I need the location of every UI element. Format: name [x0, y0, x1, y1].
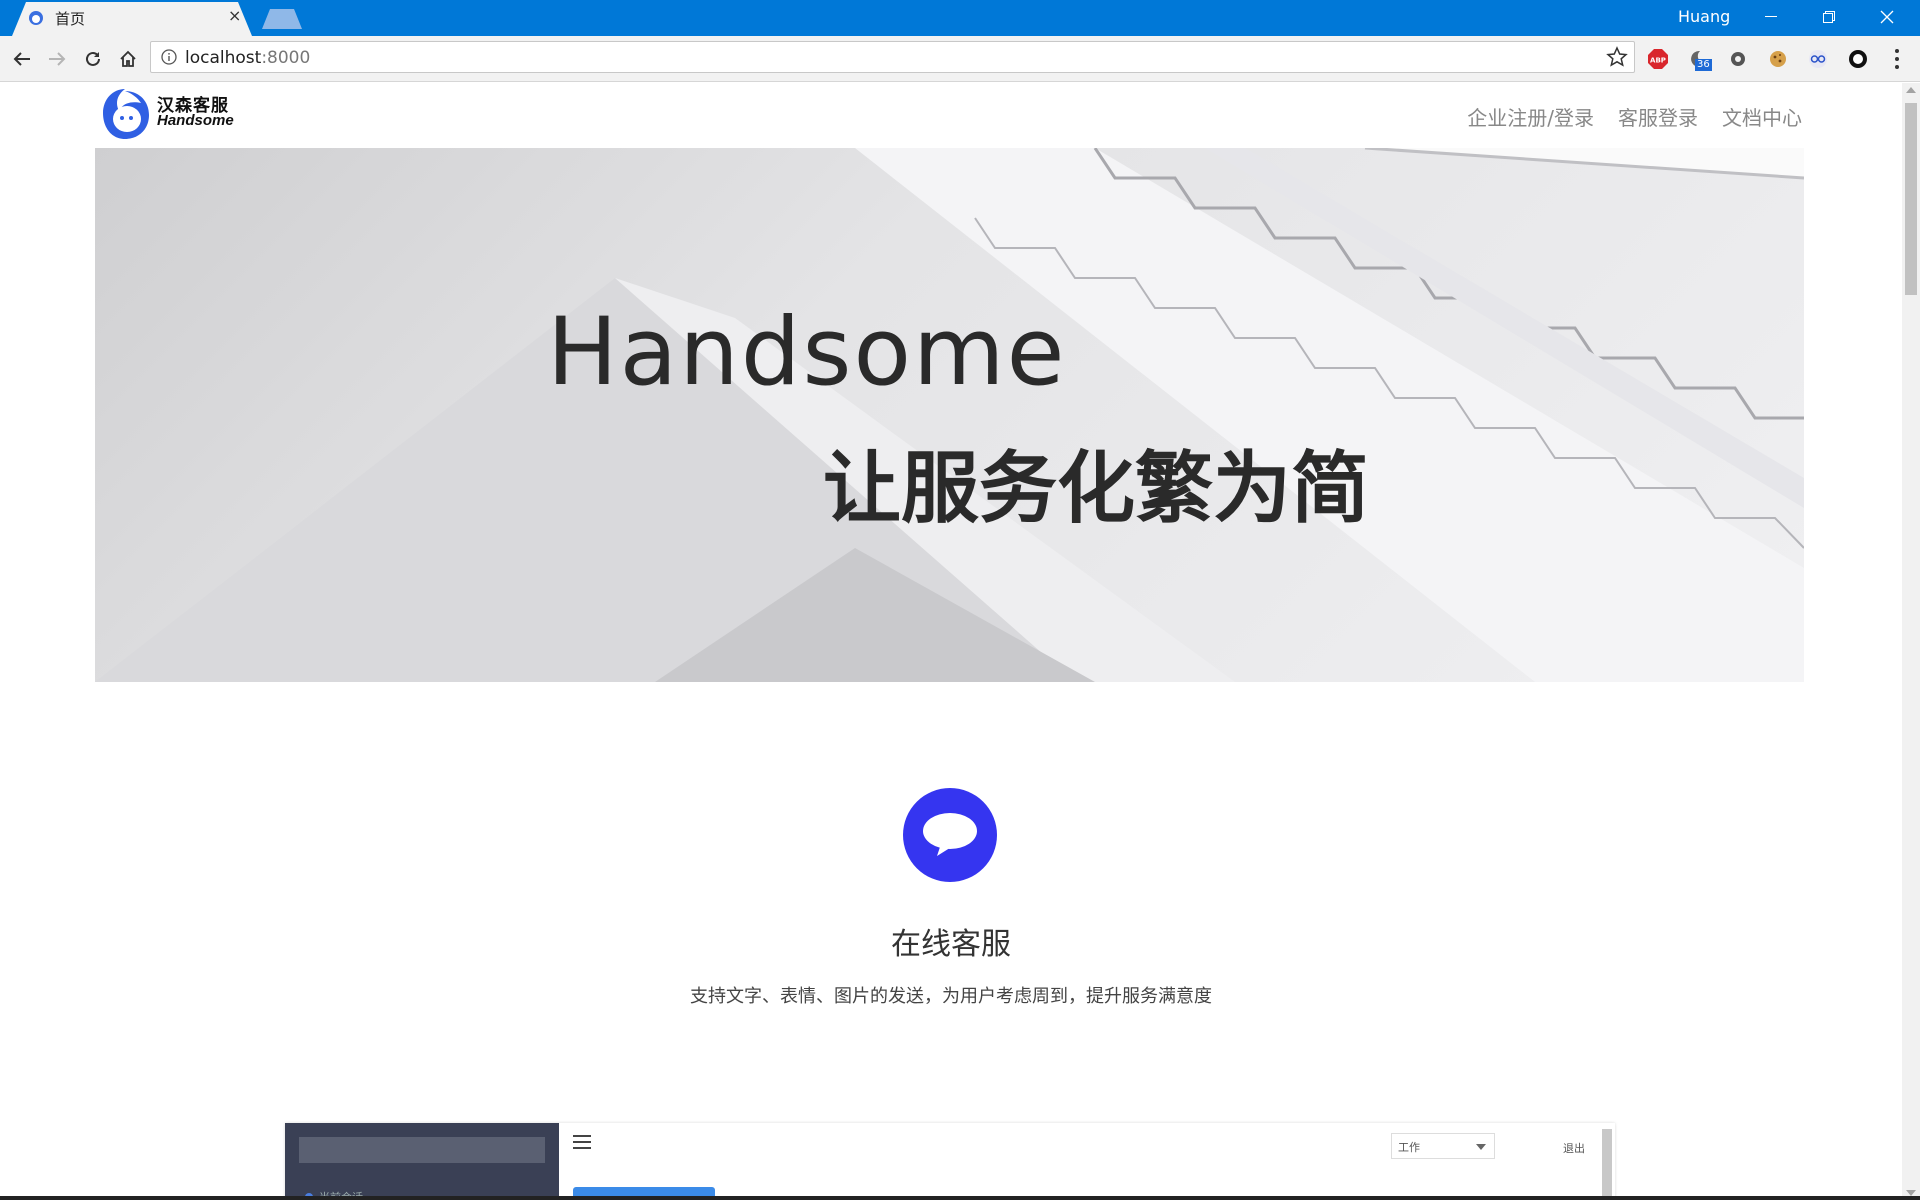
nav-enterprise-register-login[interactable]: 企业注册/登录 — [1467, 102, 1594, 131]
reload-icon[interactable] — [79, 45, 107, 73]
site-favicon-icon — [29, 11, 43, 25]
taskbar-edge — [0, 1196, 1920, 1200]
banner-title-en: Handsome — [547, 298, 1067, 407]
url-text: localhost:8000 — [185, 48, 311, 68]
home-icon[interactable] — [114, 45, 142, 73]
cookie-icon[interactable] — [1767, 48, 1789, 70]
extension-moon-icon[interactable]: 36 — [1687, 48, 1712, 71]
logo-text-en: Handsome — [157, 112, 234, 129]
feature-description: 支持文字、表情、图片的发送，为用户考虑周到，提升服务满意度 — [690, 986, 1212, 1007]
glasses-extension-icon[interactable] — [1807, 48, 1829, 70]
browser-menu-icon[interactable] — [1892, 46, 1902, 72]
scroll-up-arrow-icon[interactable] — [1906, 87, 1916, 93]
chat-bubble-icon — [903, 788, 997, 882]
top-navigation: 企业注册/登录 客服登录 文档中心 — [1467, 102, 1802, 131]
preview-scrollbar — [1602, 1129, 1612, 1200]
forward-arrow-icon[interactable] — [43, 45, 71, 73]
banner-staircase-image — [95, 148, 1804, 682]
logo-mascot-icon — [103, 89, 149, 139]
preview-status-select: 工作 — [1391, 1133, 1495, 1159]
banner-slogan-cn: 让服务化繁为简 — [823, 444, 1370, 534]
extension-badge: 36 — [1695, 59, 1712, 71]
minimize-icon[interactable] — [1742, 0, 1800, 34]
new-tab-button[interactable] — [262, 9, 302, 29]
tab-close-icon[interactable]: × — [228, 7, 241, 25]
scrollbar-thumb[interactable] — [1905, 103, 1917, 295]
site-logo[interactable]: 汉森客服 Handsome — [97, 83, 247, 141]
chevron-down-icon — [1476, 1144, 1486, 1150]
page-content: 汉森客服 Handsome 企业注册/登录 客服登录 文档中心 Handsome… — [0, 83, 1902, 1200]
circle-extension-icon[interactable] — [1847, 48, 1869, 70]
preview-select-value: 工作 — [1398, 1141, 1420, 1154]
preview-logout-label: 退出 — [1563, 1142, 1585, 1155]
browser-toolbar: localhost:8000 ABP 36 — [0, 36, 1920, 82]
address-bar[interactable]: localhost:8000 — [150, 41, 1635, 73]
browser-titlebar: 首页 × Huang — [0, 0, 1920, 36]
feature-title: 在线客服 — [891, 927, 1011, 962]
nav-docs-center[interactable]: 文档中心 — [1722, 102, 1802, 131]
profile-name[interactable]: Huang — [1678, 7, 1730, 26]
restore-icon[interactable] — [1800, 0, 1858, 34]
gear-extension-icon[interactable] — [1727, 48, 1749, 70]
bookmark-star-icon[interactable] — [1606, 46, 1628, 68]
close-window-icon[interactable] — [1858, 0, 1916, 34]
preview-hamburger-icon — [573, 1135, 591, 1149]
back-arrow-icon[interactable] — [8, 45, 36, 73]
page-scrollbar[interactable] — [1902, 83, 1920, 1200]
app-preview-screenshot: 当前会话 工作 退出 — [285, 1123, 1615, 1200]
svg-text:ABP: ABP — [1650, 57, 1666, 65]
preview-sidebar: 当前会话 — [285, 1123, 559, 1200]
browser-tab-title: 首页 — [55, 10, 86, 28]
preview-search-box — [299, 1137, 545, 1163]
browser-tab-active[interactable] — [12, 2, 252, 36]
nav-agent-login[interactable]: 客服登录 — [1618, 102, 1698, 131]
info-icon[interactable] — [161, 49, 177, 65]
adblock-icon[interactable]: ABP — [1647, 48, 1669, 70]
hero-banner: Handsome 让服务化繁为简 — [95, 148, 1804, 682]
